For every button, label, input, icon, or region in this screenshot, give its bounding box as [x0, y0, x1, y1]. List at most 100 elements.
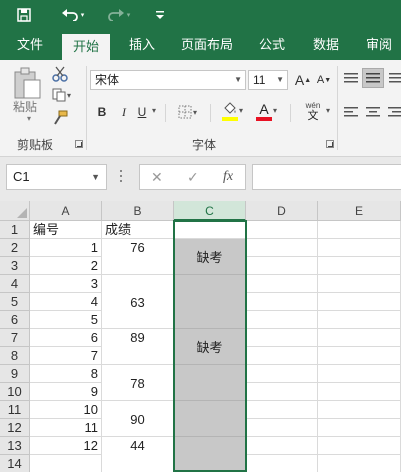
cell-a5[interactable]: 4 — [30, 293, 102, 311]
column-header-d[interactable]: D — [246, 201, 318, 221]
cell-a14[interactable] — [30, 455, 102, 472]
copy-icon[interactable]: ▾ — [52, 88, 71, 102]
cancel-icon[interactable]: ✕ — [151, 165, 163, 189]
cell-d12[interactable] — [246, 419, 318, 437]
row-header-9[interactable]: 9 — [0, 365, 30, 383]
redo-icon[interactable]: ▾ — [104, 0, 134, 30]
underline-dropdown-icon[interactable]: ▾ — [152, 106, 156, 115]
cell-a3[interactable]: 2 — [30, 257, 102, 275]
font-launcher-icon[interactable] — [326, 140, 334, 148]
tab-data[interactable]: 数据 — [304, 30, 348, 60]
cell-d14[interactable] — [246, 455, 318, 472]
paste-label[interactable]: 粘贴 — [13, 98, 37, 115]
tab-home[interactable]: 开始 — [62, 34, 110, 60]
cell-d5[interactable] — [246, 293, 318, 311]
cell-e14[interactable] — [318, 455, 401, 472]
cell-d4[interactable] — [246, 275, 318, 293]
clipboard-launcher-icon[interactable] — [75, 140, 83, 148]
align-left-icon[interactable] — [344, 106, 358, 121]
align-bottom-icon[interactable] — [389, 72, 401, 87]
cell-c11-merged[interactable] — [174, 401, 246, 437]
cell-b2-merged[interactable]: 76 — [102, 239, 174, 275]
row-header-11[interactable]: 11 — [0, 401, 30, 419]
row-header-14[interactable]: 14 — [0, 455, 30, 472]
cell-a4[interactable]: 3 — [30, 275, 102, 293]
cell-a8[interactable]: 7 — [30, 347, 102, 365]
cell-b11-merged[interactable]: 90 — [102, 401, 174, 437]
cell-b7-merged[interactable]: 89 — [102, 329, 174, 365]
cell-e6[interactable] — [318, 311, 401, 329]
row-header-8[interactable]: 8 — [0, 347, 30, 365]
cell-e3[interactable] — [318, 257, 401, 275]
underline-button[interactable]: U — [134, 102, 150, 122]
cell-a11[interactable]: 10 — [30, 401, 102, 419]
cell-d13[interactable] — [246, 437, 318, 455]
cell-d8[interactable] — [246, 347, 318, 365]
font-size-combo[interactable]: 11 ▼ — [248, 70, 288, 90]
column-header-e[interactable]: E — [318, 201, 401, 221]
align-middle-button[interactable] — [362, 68, 384, 88]
font-name-combo[interactable]: 宋体 ▼ — [90, 70, 246, 90]
cell-e4[interactable] — [318, 275, 401, 293]
shrink-font-button[interactable]: A ▼ — [314, 70, 334, 90]
row-header-1[interactable]: 1 — [0, 221, 30, 239]
cell-e8[interactable] — [318, 347, 401, 365]
align-top-icon[interactable] — [344, 72, 358, 87]
align-center-icon[interactable] — [366, 106, 380, 121]
name-box[interactable]: C1 ▼ — [6, 164, 107, 190]
cell-a2[interactable]: 1 — [30, 239, 102, 257]
cell-d10[interactable] — [246, 383, 318, 401]
cell-c1[interactable] — [174, 221, 246, 239]
tab-page-layout[interactable]: 页面布局 — [174, 30, 240, 60]
cell-e7[interactable] — [318, 329, 401, 347]
paste-dropdown-icon[interactable]: ▾ — [27, 114, 31, 123]
cell-c14[interactable] — [174, 455, 246, 472]
cell-c2-merged[interactable]: 缺考 — [174, 239, 246, 275]
cell-d6[interactable] — [246, 311, 318, 329]
phonetic-guide-button[interactable]: wén 文 — [300, 100, 326, 122]
row-header-6[interactable]: 6 — [0, 311, 30, 329]
cell-a12[interactable]: 11 — [30, 419, 102, 437]
format-painter-icon[interactable] — [52, 110, 68, 129]
row-header-7[interactable]: 7 — [0, 329, 30, 347]
cell-e2[interactable] — [318, 239, 401, 257]
cell-d3[interactable] — [246, 257, 318, 275]
cell-d9[interactable] — [246, 365, 318, 383]
row-header-5[interactable]: 5 — [0, 293, 30, 311]
font-color-button[interactable]: A ▾ — [256, 102, 277, 121]
bold-button[interactable]: B — [92, 102, 112, 122]
cell-d1[interactable] — [246, 221, 318, 239]
insert-function-icon[interactable]: fx — [223, 165, 233, 189]
cell-e10[interactable] — [318, 383, 401, 401]
cell-a1[interactable]: 编号 — [30, 221, 102, 239]
align-right-icon[interactable] — [388, 106, 401, 121]
cell-a7[interactable]: 6 — [30, 329, 102, 347]
cell-d7[interactable] — [246, 329, 318, 347]
cell-d2[interactable] — [246, 239, 318, 257]
undo-icon[interactable]: ▾ — [58, 0, 88, 30]
cell-a13[interactable]: 12 — [30, 437, 102, 455]
customize-quick-access-icon[interactable] — [153, 0, 167, 30]
formula-input[interactable] — [252, 164, 401, 190]
italic-button[interactable]: I — [114, 102, 134, 122]
phonetic-dropdown-icon[interactable]: ▾ — [326, 106, 330, 115]
column-header-c[interactable]: C — [174, 201, 246, 221]
row-header-13[interactable]: 13 — [0, 437, 30, 455]
tab-file[interactable]: 文件 — [8, 30, 52, 60]
paste-icon[interactable] — [12, 66, 42, 100]
chevron-down-icon[interactable]: ▼ — [91, 165, 100, 189]
tab-insert[interactable]: 插入 — [120, 30, 164, 60]
row-header-12[interactable]: 12 — [0, 419, 30, 437]
cell-e5[interactable] — [318, 293, 401, 311]
cell-a9[interactable]: 8 — [30, 365, 102, 383]
select-all-button[interactable] — [0, 201, 30, 221]
cell-c9-merged[interactable] — [174, 365, 246, 401]
borders-button[interactable]: ▾ — [178, 105, 197, 119]
enter-icon[interactable]: ✓ — [187, 165, 199, 189]
column-header-a[interactable]: A — [30, 201, 102, 221]
tab-review[interactable]: 审阅 — [357, 30, 401, 60]
cell-d11[interactable] — [246, 401, 318, 419]
cell-b9-merged[interactable]: 78 — [102, 365, 174, 401]
cell-e12[interactable] — [318, 419, 401, 437]
cell-e13[interactable] — [318, 437, 401, 455]
